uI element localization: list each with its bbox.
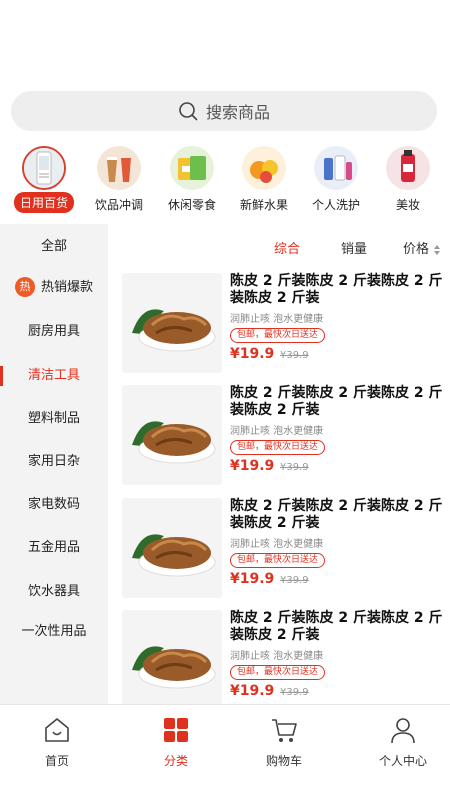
sidebar-item-label: 五金用品 [27,540,80,555]
product-price: ¥19.9 [230,683,275,699]
product-price: ¥19.9 [230,346,275,362]
sidebar-item-label: 家用日杂 [27,454,80,469]
product-subtitle: 润肺止咳 泡水更健康 [230,651,324,662]
sort-price[interactable]: 价格 [403,238,441,257]
product-card[interactable]: 陈皮 2 斤装陈皮 2 斤装陈皮 2 斤装陈皮 2 斤装 润肺止咳 泡水更健康 … [122,273,450,377]
sidebar-item-plastic[interactable]: 塑料制品 [0,408,108,430]
sidebar-item-label: 热销爆款 [40,280,93,295]
sidebar-item-label: 家电数码 [27,497,80,512]
product-old-price: ¥39.9 [280,687,309,698]
shipping-tag: 包邮，最快次日送达 [230,328,326,343]
product-title: 陈皮 2 斤装陈皮 2 斤装陈皮 2 斤装陈皮 2 斤装 [230,273,443,306]
shipping-tag: 包邮，最快次日送达 [230,665,326,680]
product-price: ¥19.9 [230,571,275,587]
sidebar-item-water[interactable]: 饮水器具 [0,581,108,603]
tab-label: 首页 [44,754,69,768]
product-old-price: ¥39.9 [280,575,309,586]
sidebar-item-kitchen[interactable]: 厨房用具 [0,321,108,343]
tab-category[interactable]: 分类 [126,715,226,769]
shipping-tag: 包邮，最快次日送达 [230,553,326,568]
product-title: 陈皮 2 斤装陈皮 2 斤装陈皮 2 斤装陈皮 2 斤装 [230,498,443,531]
product-image [122,385,222,485]
tab-label: 购物车 [265,754,302,768]
sidebar-item-household[interactable]: 家用日杂 [0,451,108,473]
sidebar-item-all[interactable]: 全部 [0,236,108,258]
sort-sales[interactable]: 销量 [341,238,367,257]
drinks-icon [97,146,141,190]
product-card[interactable]: 陈皮 2 斤装陈皮 2 斤装陈皮 2 斤装陈皮 2 斤装 润肺止咳 泡水更健康 … [122,498,450,602]
product-image [122,273,222,373]
cart-icon [272,719,297,742]
category-label: 美妆 [395,198,420,212]
sort-bar: 综合 销量 价格 [108,224,450,266]
sidebar-item-label: 厨房用具 [27,324,80,339]
tab-home[interactable]: 首页 [7,715,107,769]
fruit-icon [242,146,286,190]
product-subtitle: 润肺止咳 泡水更健康 [230,539,324,550]
hot-badge: 热 [14,277,35,297]
product-price: ¥19.9 [230,458,275,474]
sidebar-item-label: 一次性用品 [21,624,87,639]
tab-profile[interactable]: 个人中心 [353,715,450,769]
tab-label: 分类 [163,754,188,768]
sidebar-item-label: 饮水器具 [27,584,80,599]
product-old-price: ¥39.9 [280,350,309,361]
search-bar[interactable]: 搜索商品 [11,91,437,131]
category-daily-goods[interactable]: 日用百货 [2,146,86,213]
sidebar-item-hot[interactable]: 热热销爆款 [0,277,108,299]
product-subtitle: 润肺止咳 泡水更健康 [230,314,324,325]
product-subtitle: 润肺止咳 泡水更健康 [230,426,324,437]
search-placeholder: 搜索商品 [205,103,270,122]
product-card[interactable]: 陈皮 2 斤装陈皮 2 斤装陈皮 2 斤装陈皮 2 斤装 润肺止咳 泡水更健康 … [122,385,450,489]
snacks-icon [170,146,214,190]
category-grid-icon [164,718,188,742]
sort-arrows-icon [434,244,441,255]
tab-cart[interactable]: 购物车 [234,715,334,769]
category-cosmetics[interactable]: 美妆 [366,146,450,213]
product-image [122,498,222,598]
product-image [122,610,222,710]
person-icon [391,718,415,744]
sidebar-item-electronics[interactable]: 家电数码 [0,494,108,516]
bottom-tab-bar: 首页 分类 购物车 个人中心 [0,704,450,800]
category-label: 饮品冲调 [94,198,143,212]
tab-label: 个人中心 [378,754,427,768]
category-label: 日用百货 [13,192,74,213]
product-title: 陈皮 2 斤装陈皮 2 斤装陈皮 2 斤装陈皮 2 斤装 [230,385,443,418]
product-card[interactable]: 陈皮 2 斤装陈皮 2 斤装陈皮 2 斤装陈皮 2 斤装 润肺止咳 泡水更健康 … [122,610,450,714]
category-drinks[interactable]: 饮品冲调 [77,146,161,213]
home-icon [45,718,69,742]
shipping-tag: 包邮，最快次日送达 [230,440,326,455]
sidebar-item-label: 塑料制品 [27,411,80,426]
category-sidebar: 全部 热热销爆款 厨房用具 清洁工具 塑料制品 家用日杂 家电数码 五金用品 饮… [0,224,108,704]
sidebar-item-disposable[interactable]: 一次性用品 [0,621,108,643]
sidebar-item-hardware[interactable]: 五金用品 [0,537,108,559]
sidebar-item-cleaning[interactable]: 清洁工具 [0,365,108,387]
sidebar-item-label: 清洁工具 [27,368,80,383]
product-old-price: ¥39.9 [280,462,309,473]
category-row: 日用百货 饮品冲调 休闲零食 新鲜水果 个人洗护 美妆 [0,146,450,218]
sort-price-label: 价格 [403,242,430,257]
search-icon [179,102,198,121]
toiletries-icon [314,146,358,190]
cosmetics-icon [386,146,430,190]
sort-comprehensive[interactable]: 综合 [274,238,300,257]
sidebar-item-label: 全部 [40,239,67,254]
air-conditioner-icon [22,146,66,190]
product-title: 陈皮 2 斤装陈皮 2 斤装陈皮 2 斤装陈皮 2 斤装 [230,610,443,643]
